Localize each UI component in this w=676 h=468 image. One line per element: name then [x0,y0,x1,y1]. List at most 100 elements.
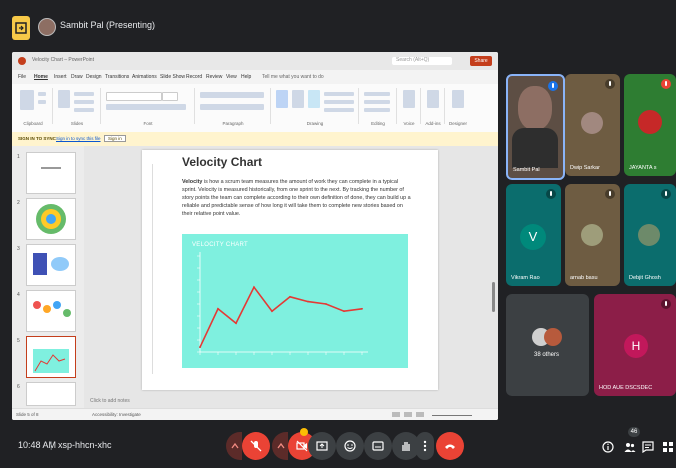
reset-icon[interactable] [74,100,94,104]
quick-styles-icon[interactable] [308,90,320,108]
tab-slide-show[interactable]: Slide Show [160,74,185,80]
sorter-view-icon[interactable] [404,412,412,417]
tab-record[interactable]: Record [186,74,202,80]
font-name-select[interactable] [106,92,162,101]
participant-tile[interactable]: Debjit Ghosh [624,184,676,286]
emoji-button[interactable] [336,432,364,460]
participant-avatar [544,328,562,346]
shared-screen[interactable]: Velocity Chart – PowerPoint Search (Alt+… [12,52,498,420]
infobar-link[interactable]: Sign in to sync this file [56,136,101,141]
cut-icon[interactable] [38,92,46,96]
participant-tile[interactable]: JAYANTA s [624,74,676,176]
list-buttons[interactable] [200,92,264,98]
participant-avatar [581,112,603,134]
group-label: Paragraph [222,121,244,126]
participant-name: Dwip Sarkar [570,165,600,171]
slide-thumb-4[interactable] [26,290,76,332]
group-font: Font [102,88,195,126]
chat-icon[interactable] [642,440,654,458]
align-buttons[interactable] [200,104,264,110]
present-button[interactable] [308,432,336,460]
tab-view[interactable]: View [226,74,237,80]
others-count: 38 others [534,352,560,358]
tab-file[interactable]: File [18,74,26,80]
shape-outline[interactable] [324,100,354,104]
mic-toggle-button[interactable] [242,432,270,460]
group-editing: Editing [360,88,397,126]
tab-help[interactable]: Help [241,74,251,80]
tab-transitions[interactable]: Transitions [105,74,129,80]
ppt-status-bar: Slide 5 of 8 Accessibility: Investigate [12,408,498,420]
captions-icon [372,441,384,451]
present-icon [316,441,328,451]
participant-avatar [581,224,603,246]
status-accessibility[interactable]: Accessibility: Investigate [92,412,141,417]
normal-view-icon[interactable] [392,412,400,417]
ppt-share-button[interactable]: Share [470,56,492,66]
people-icon[interactable] [624,440,636,458]
participant-tile[interactable]: arnab basu [565,184,620,286]
mic-off-icon [605,189,615,199]
dictate-icon[interactable] [403,90,415,108]
addins-icon[interactable] [427,90,439,108]
tell-me-box[interactable]: Tell me what you want to do [262,74,324,80]
section-icon[interactable] [74,108,94,112]
tab-review[interactable]: Review [206,74,222,80]
more-options-button[interactable] [416,432,434,460]
group-label: Editing [371,121,385,126]
find-icon[interactable] [364,92,390,96]
tab-animations[interactable]: Animations [132,74,157,80]
zoom-slider[interactable] [432,415,472,416]
more-vert-icon [423,440,427,452]
meeting-code[interactable]: xsp-hhcn-xhc [58,440,112,450]
slide-thumb-1[interactable] [26,152,76,194]
layout-icon[interactable] [74,92,94,96]
leave-call-button[interactable] [436,432,464,460]
slide-thumb-5[interactable] [26,336,76,378]
slide-thumb-6[interactable] [26,382,76,406]
captions-button[interactable] [364,432,392,460]
select-icon[interactable] [364,108,390,112]
participant-name: JAYANTA s [629,165,657,171]
replace-icon[interactable] [364,100,390,104]
participant-tile[interactable]: H HOD AUE DSCSDEC [594,294,676,396]
others-tile[interactable]: 38 others [506,294,589,396]
shape-fill[interactable] [324,92,354,96]
participant-tile[interactable]: Sambit Pal [506,74,565,180]
tab-insert[interactable]: Insert [54,74,67,80]
activities-icon[interactable] [662,440,674,458]
group-voice: Voice [398,88,421,126]
notes-placeholder[interactable]: Click to add notes [90,398,130,404]
slide-thumb-2[interactable] [26,198,76,240]
participant-name: HOD AUE DSCSDEC [599,385,653,391]
font-format-buttons[interactable] [106,104,186,110]
slide-scrollbar[interactable] [492,282,495,312]
camera-options-button[interactable] [272,432,288,460]
copy-icon[interactable] [38,100,46,104]
window-title: Velocity Chart – PowerPoint [32,57,94,63]
mic-options-button[interactable] [226,432,242,460]
velocity-point [271,310,273,313]
slide-thumb-3[interactable] [26,244,76,286]
tab-draw[interactable]: Draw [71,74,83,80]
current-slide[interactable]: Velocity Chart Velocity is how a scrum t… [142,150,438,390]
shapes-icon[interactable] [276,90,288,108]
arrange-icon[interactable] [292,90,304,108]
participant-video [518,86,552,130]
infobar-sign-in-button[interactable]: Sign in [104,135,126,142]
slide-body-text: is how a scrum team measures the amount … [182,179,411,217]
designer-icon[interactable] [452,90,464,108]
participant-tile[interactable]: V Vikram Rao [506,184,561,286]
new-slide-icon[interactable] [58,90,70,108]
participant-tile[interactable]: Dwip Sarkar [565,74,620,176]
tab-home[interactable]: Home [34,74,48,80]
reading-view-icon[interactable] [416,412,424,417]
info-icon[interactable] [602,440,614,458]
paste-icon[interactable] [20,90,34,110]
slide-number: 2 [17,200,20,206]
tab-design[interactable]: Design [86,74,102,80]
group-label: Clipboard [23,121,43,126]
participant-avatar: V [520,224,546,250]
font-size-select[interactable] [162,92,178,101]
shape-effects[interactable] [324,108,354,112]
